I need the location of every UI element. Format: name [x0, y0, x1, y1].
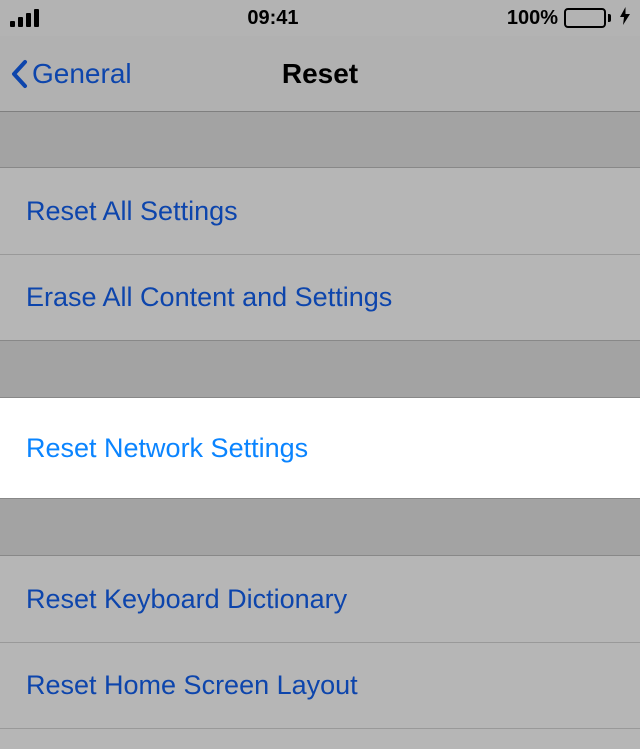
- status-time: 09:41: [39, 7, 507, 30]
- back-label: General: [32, 58, 132, 90]
- reset-location-privacy-row[interactable]: Reset Location & Privacy: [0, 728, 640, 749]
- chevron-left-icon: [10, 59, 28, 89]
- battery-icon: [564, 8, 611, 28]
- row-label: Erase All Content and Settings: [26, 282, 392, 313]
- row-label: Reset Network Settings: [26, 433, 308, 464]
- back-button[interactable]: General: [10, 58, 132, 90]
- reset-keyboard-dictionary-row[interactable]: Reset Keyboard Dictionary: [0, 556, 640, 642]
- nav-bar: General Reset: [0, 36, 640, 112]
- status-bar: 09:41 100%: [0, 0, 640, 36]
- section-separator: [0, 112, 640, 168]
- erase-all-content-row[interactable]: Erase All Content and Settings: [0, 254, 640, 340]
- row-label: Reset Home Screen Layout: [26, 670, 358, 701]
- reset-home-screen-row[interactable]: Reset Home Screen Layout: [0, 642, 640, 728]
- battery-percent: 100%: [507, 7, 558, 30]
- reset-network-settings-row[interactable]: Reset Network Settings: [0, 398, 640, 498]
- cellular-signal-icon: [10, 9, 39, 27]
- section-separator: [0, 498, 640, 556]
- charging-icon: [620, 7, 630, 30]
- section-separator: [0, 340, 640, 398]
- row-label: Reset Keyboard Dictionary: [26, 584, 347, 615]
- row-label: Reset All Settings: [26, 196, 238, 227]
- reset-all-settings-row[interactable]: Reset All Settings: [0, 168, 640, 254]
